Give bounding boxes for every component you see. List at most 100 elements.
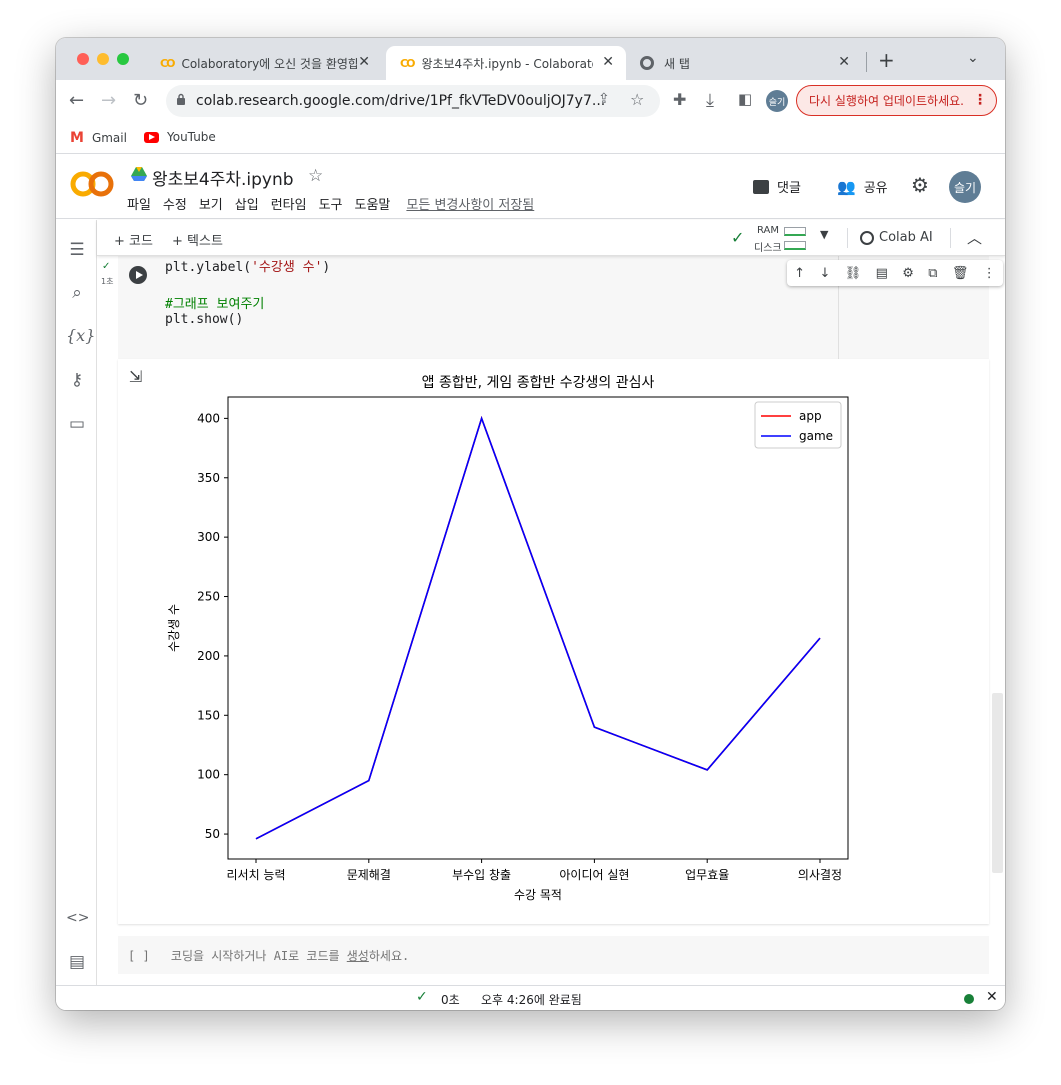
- status-elapsed: 0초: [441, 993, 460, 1007]
- close-window-button[interactable]: [77, 53, 89, 65]
- secrets-key-icon[interactable]: ⚷: [66, 370, 88, 392]
- more-cell-icon[interactable]: ⋮: [983, 266, 996, 281]
- tab-search-icon[interactable]: ⌄: [967, 50, 979, 66]
- colab-icon: CO: [400, 56, 416, 70]
- command-palette-icon[interactable]: ▤: [66, 952, 88, 974]
- menu-runtime[interactable]: 런타임: [271, 194, 307, 213]
- ram-label: RAM: [757, 225, 780, 236]
- saved-status[interactable]: 모든 변경사항이 저장됨: [406, 194, 534, 213]
- close-status-icon[interactable]: ✕: [986, 989, 998, 1005]
- status-check-icon: ✓: [416, 989, 428, 1005]
- runtime-dropdown-icon[interactable]: ▼: [820, 228, 828, 241]
- resource-monitor[interactable]: RAM 디스크: [754, 224, 809, 254]
- code-token: plt.ylabel(: [165, 260, 252, 275]
- bookmark-star-icon[interactable]: ☆: [630, 90, 644, 109]
- bookmark-label: YouTube: [167, 130, 216, 144]
- drive-icon: [131, 166, 147, 181]
- reload-icon[interactable]: ↻: [133, 90, 148, 111]
- disk-label: 디스크: [754, 243, 782, 254]
- toc-icon[interactable]: ☰: [66, 240, 88, 262]
- zoom-window-button[interactable]: [117, 53, 129, 65]
- colab-logo[interactable]: [70, 169, 114, 199]
- x-tick-label: 의사결정: [798, 868, 842, 882]
- settings-gear-icon[interactable]: ⚙: [911, 173, 929, 197]
- y-tick-label: 400: [197, 411, 220, 425]
- close-tab-icon[interactable]: ✕: [358, 54, 370, 70]
- link-icon[interactable]: ⛓: [845, 266, 862, 281]
- profile-avatar[interactable]: 슬기: [766, 90, 788, 112]
- move-up-icon[interactable]: ↑: [794, 266, 805, 281]
- close-tab-icon[interactable]: ✕: [838, 54, 850, 70]
- bookmarks-bar: M Gmail YouTube: [56, 122, 1005, 154]
- disk-bar: [784, 241, 806, 250]
- minimize-window-button[interactable]: [97, 53, 109, 65]
- bookmark-gmail[interactable]: M Gmail: [70, 130, 127, 146]
- menu-view[interactable]: 보기: [199, 194, 223, 213]
- colab-header: 왕초보4주차.ipynb ☆ 파일 수정 보기 삽입 런타임 도구 도움말 모든…: [56, 155, 1005, 219]
- more-vert-icon: ⋮: [973, 92, 987, 108]
- download-icon[interactable]: ⤓: [706, 90, 714, 111]
- empty-code-cell[interactable]: [ ] 코딩을 시작하거나 AI로 코드를 생성하세요.: [118, 936, 989, 974]
- new-tab-button[interactable]: +: [878, 48, 895, 72]
- menu-edit[interactable]: 수정: [163, 194, 187, 213]
- add-text-button[interactable]: + 텍스트: [172, 230, 223, 249]
- comment-button[interactable]: 댓글: [753, 177, 801, 196]
- notebook-area: ✓ 1초 plt.ylabel('수강생 수') #그래프 보여주기 plt.s…: [97, 256, 1005, 985]
- series-line-app: [255, 415, 821, 840]
- tab-divider: [866, 52, 867, 72]
- colab-ai-button[interactable]: Colab AI: [860, 230, 933, 245]
- code-line[interactable]: plt.show(): [165, 312, 243, 327]
- share-label: 공유: [863, 181, 888, 196]
- close-tab-icon[interactable]: ✕: [602, 54, 614, 70]
- delete-cell-icon[interactable]: 🗑: [952, 266, 969, 281]
- star-icon[interactable]: ☆: [308, 166, 323, 186]
- code-snippets-icon[interactable]: <>: [66, 910, 89, 932]
- tab-notebook[interactable]: CO 왕초보4주차.ipynb - Colaboratory ✕: [386, 46, 626, 80]
- y-tick-label: 100: [197, 768, 220, 782]
- files-folder-icon[interactable]: ▭: [66, 414, 88, 436]
- browser-window: CO Colaboratory에 오신 것을 환영합니다 ✕ CO 왕초보4주차…: [56, 38, 1005, 1010]
- side-panel-icon[interactable]: ◧: [738, 90, 752, 108]
- back-icon[interactable]: ←: [69, 90, 84, 111]
- menu-tools[interactable]: 도구: [319, 194, 343, 213]
- menu-file[interactable]: 파일: [127, 194, 151, 213]
- share-button[interactable]: 👥 공유: [837, 177, 888, 197]
- tab-colab-welcome[interactable]: CO Colaboratory에 오신 것을 환영합니다 ✕: [146, 46, 382, 80]
- bookmark-youtube[interactable]: YouTube: [144, 130, 216, 144]
- notebook-toolbar: + 코드 + 텍스트 ✓ RAM 디스크 ▼ Colab AI ︿: [97, 220, 1005, 256]
- menu-insert[interactable]: 삽입: [235, 194, 259, 213]
- scrollbar-thumb[interactable]: [992, 693, 1003, 873]
- share-page-icon[interactable]: ⇪: [598, 91, 610, 107]
- comment-cell-icon[interactable]: ▤: [876, 266, 888, 281]
- toolbar-divider: [950, 228, 951, 248]
- collapse-header-icon[interactable]: ︿: [967, 227, 982, 248]
- forward-icon[interactable]: →: [101, 90, 116, 111]
- comment-label: 댓글: [777, 181, 801, 196]
- generate-link[interactable]: 생성: [347, 949, 369, 963]
- update-button[interactable]: 다시 실행하여 업데이트하세요. ⋮: [796, 85, 997, 116]
- browser-toolbar: ← → ↻ colab.research.google.com/drive/1P…: [56, 80, 1005, 122]
- variables-icon[interactable]: {x}: [66, 326, 95, 348]
- legend-label: app: [799, 409, 822, 423]
- code-comment[interactable]: #그래프 보여주기: [165, 293, 264, 312]
- code-cell[interactable]: plt.ylabel('수강생 수') #그래프 보여주기 plt.show()…: [118, 256, 1003, 359]
- mirror-cell-icon[interactable]: ⧉: [928, 266, 937, 281]
- tab-new[interactable]: 새 탭 ✕: [626, 46, 862, 80]
- comment-icon: [753, 179, 769, 194]
- run-cell-button[interactable]: [129, 266, 147, 284]
- cell-settings-icon[interactable]: ⚙: [902, 266, 914, 281]
- people-icon: 👥: [837, 177, 856, 196]
- notebook-title[interactable]: 왕초보4주차.ipynb: [152, 165, 294, 190]
- search-icon[interactable]: ⌕: [66, 283, 88, 305]
- menu-help[interactable]: 도움말: [355, 194, 391, 213]
- connection-dot-icon: [964, 994, 974, 1004]
- line-chart: 앱 종합반, 게임 종합반 수강생의 관심사 50 100 150 200 250 300 3…: [167, 375, 849, 902]
- x-tick-label: 문제해결: [347, 868, 391, 882]
- extensions-icon[interactable]: ✚: [673, 90, 686, 109]
- cell-prompt: 코딩을 시작하거나 AI로 코드를 생성하세요.: [171, 949, 409, 963]
- address-bar[interactable]: colab.research.google.com/drive/1Pf_fkVT…: [166, 85, 660, 117]
- move-down-icon[interactable]: ↓: [819, 266, 830, 281]
- account-avatar[interactable]: 슬기: [949, 171, 981, 203]
- add-code-button[interactable]: + 코드: [114, 230, 153, 249]
- code-line[interactable]: plt.ylabel('수강생 수'): [165, 256, 330, 275]
